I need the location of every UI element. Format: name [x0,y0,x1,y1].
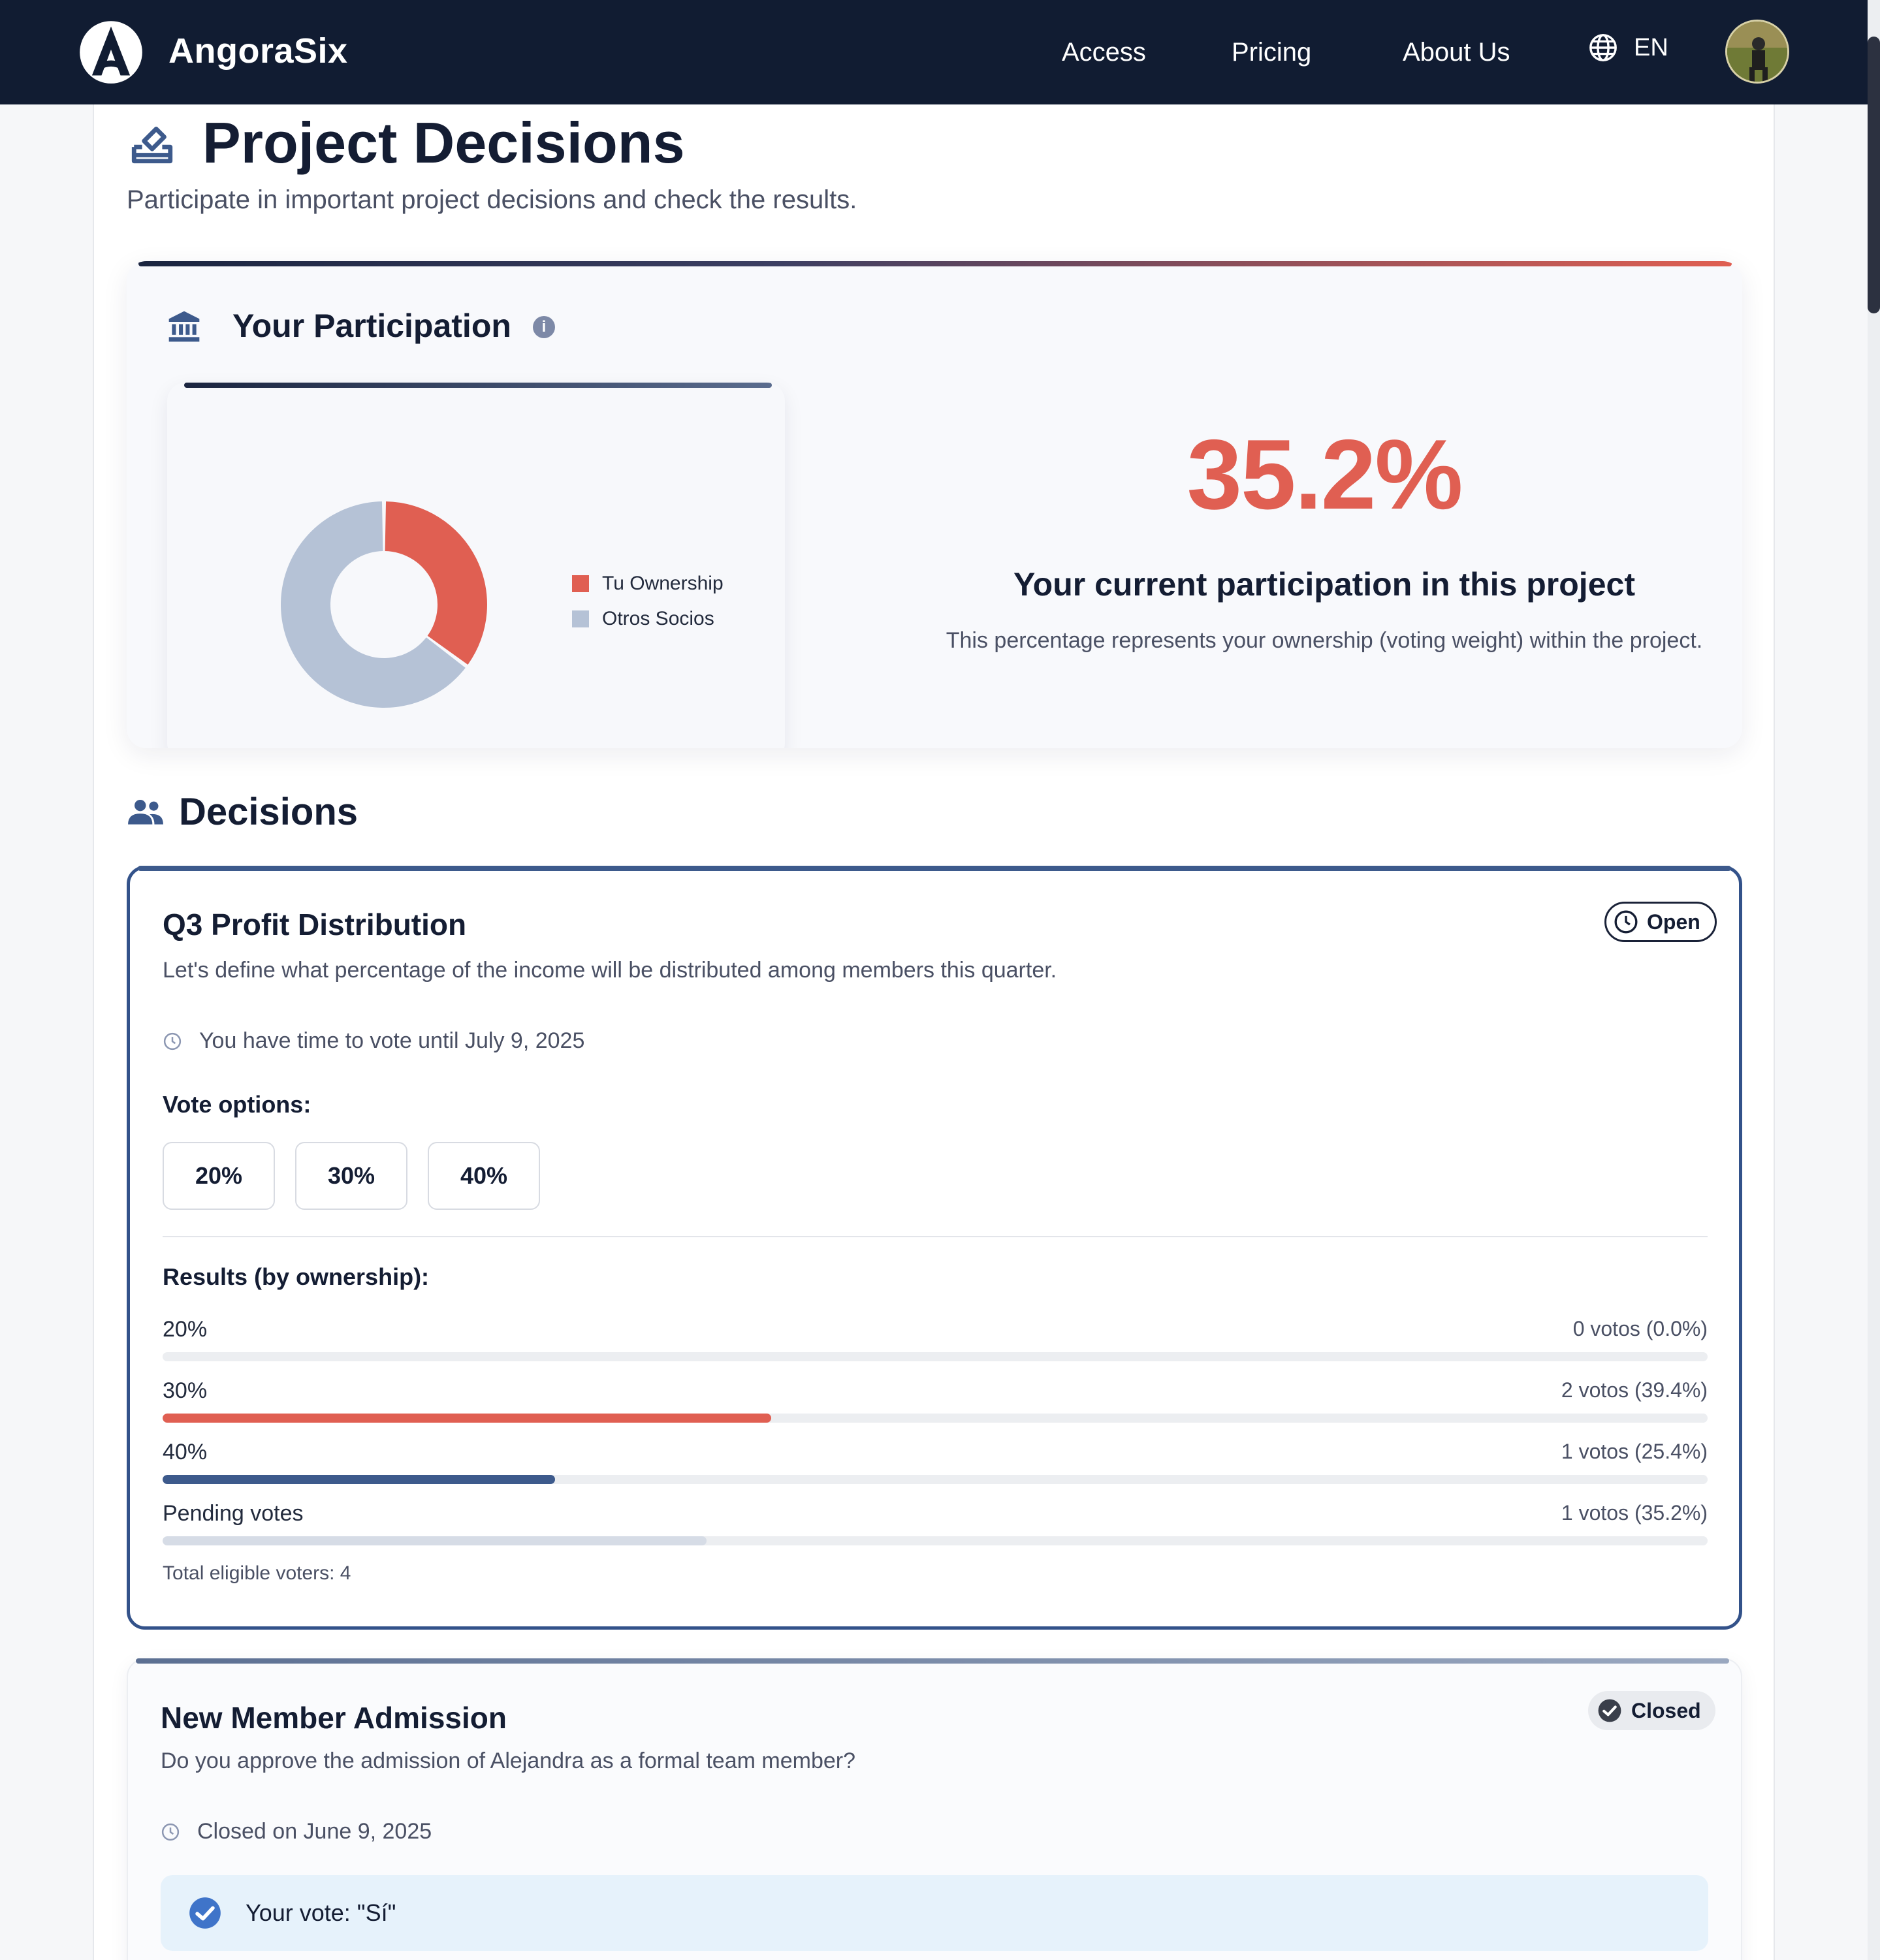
vote-option-40-button[interactable]: 40% [428,1142,540,1210]
decision-title: Q3 Profit Distribution [163,908,467,941]
ownership-chart: Tu Ownership Otros Socios [167,383,785,748]
decisions-title: Decisions [179,791,358,833]
brand-name: AngoraSix [168,31,348,71]
chart-accent-line [184,383,772,388]
result-row-pending: Pending votes 1 votos (35.2%) [163,1501,1708,1553]
result-vote-count: 2 votos (39.4%) [1561,1378,1708,1402]
people-icon [128,799,163,825]
legend-item[interactable]: Otros Socios [572,607,724,631]
info-icon[interactable]: i [533,316,555,338]
result-progress-track [163,1352,1708,1361]
card-accent-line [136,1658,1729,1664]
nav-access-link[interactable]: Access [1062,33,1146,72]
donut-slice-tu-ownership [385,501,487,665]
participation-description: This percentage represents your ownershi… [946,628,1703,653]
participation-heading: Your current participation in this proje… [1013,566,1635,603]
result-row: 40% 1 votos (25.4%) [163,1440,1708,1492]
clock-icon [1614,910,1638,934]
result-progress-fill [163,1475,555,1484]
user-avatar[interactable] [1725,20,1789,84]
language-selector[interactable]: EN [1588,33,1668,63]
participation-title: Your Participation [232,308,511,344]
result-option-name: 30% [163,1378,208,1403]
card-accent-line [138,261,1732,266]
your-vote-banner: Your vote: "Sí" [161,1875,1708,1951]
status-badge-closed: Closed [1588,1691,1715,1730]
vote-option-20-button[interactable]: 20% [163,1142,275,1210]
page-title: Project Decisions [202,110,685,175]
closed-date-text: Closed on June 9, 2025 [197,1819,432,1844]
decision-title: New Member Admission [161,1701,507,1735]
chart-legend: Tu Ownership Otros Socios [572,572,724,642]
nav-about-link[interactable]: About Us [1403,33,1510,72]
result-progress-track [163,1536,1708,1545]
vote-option-30-button[interactable]: 30% [295,1142,407,1210]
result-progress-track [163,1475,1708,1484]
participation-percentage: 35.2% [1187,419,1463,530]
ownership-donut-chart [281,501,487,708]
status-label: Closed [1631,1698,1701,1722]
nav-pricing-link[interactable]: Pricing [1232,33,1311,72]
result-vote-count: 1 votos (25.4%) [1561,1440,1708,1463]
your-vote-text: Your vote: "Sí" [246,1899,396,1926]
check-circle-icon [1598,1699,1621,1722]
bank-icon [168,311,200,342]
clock-icon [163,1032,182,1050]
result-vote-count: 0 votos (0.0%) [1572,1317,1708,1340]
brand[interactable]: AngoraSix [77,17,348,85]
decision-description: Let's define what percentage of the inco… [163,958,1057,983]
vote-options-label: Vote options: [163,1091,311,1118]
language-code: EN [1634,33,1668,61]
legend-swatch [572,575,589,592]
decision-card-q3-profit: Q3 Profit Distribution Open Let's define… [127,866,1742,1630]
deadline-text: You have time to vote until July 9, 2025 [199,1028,585,1053]
scrollbar-thumb[interactable] [1868,37,1880,313]
result-vote-count: 1 votos (35.2%) [1561,1501,1708,1525]
status-badge-open: Open [1604,902,1717,942]
result-option-name: 40% [163,1440,208,1464]
decision-card-new-member: New Member Admission Closed Do you appro… [127,1658,1742,1960]
closed-date-info: Closed on June 9, 2025 [161,1819,432,1844]
globe-icon [1589,34,1617,61]
legend-label: Otros Socios [602,608,714,629]
ballot-icon [131,127,173,164]
card-accent-line [138,866,1731,871]
decision-description: Do you approve the admission of Alejandr… [161,1748,855,1773]
legend-label: Tu Ownership [602,573,724,594]
status-label: Open [1647,909,1700,934]
legend-swatch [572,610,589,627]
check-circle-icon [189,1897,221,1929]
result-row: 30% 2 votos (39.4%) [163,1378,1708,1430]
participation-card: Your Participation i Tu Ownership Otros S… [127,261,1742,748]
clock-icon [161,1823,180,1841]
result-progress-track [163,1414,1708,1423]
deadline-info: You have time to vote until July 9, 2025 [163,1028,584,1054]
result-option-name: 20% [163,1317,208,1342]
result-progress-fill [163,1536,707,1545]
page-subtitle: Participate in important project decisio… [127,185,857,214]
legend-item[interactable]: Tu Ownership [572,572,724,595]
result-row: 20% 0 votos (0.0%) [163,1317,1708,1369]
top-navbar: AngoraSix Access Pricing About Us EN [0,0,1880,104]
result-option-name: Pending votes [163,1501,304,1526]
result-progress-fill [163,1414,772,1423]
results-label: Results (by ownership): [163,1263,430,1290]
divider [163,1236,1708,1237]
total-voters: Total eligible voters: 4 [163,1562,351,1584]
angorasix-logo-icon [80,21,142,84]
